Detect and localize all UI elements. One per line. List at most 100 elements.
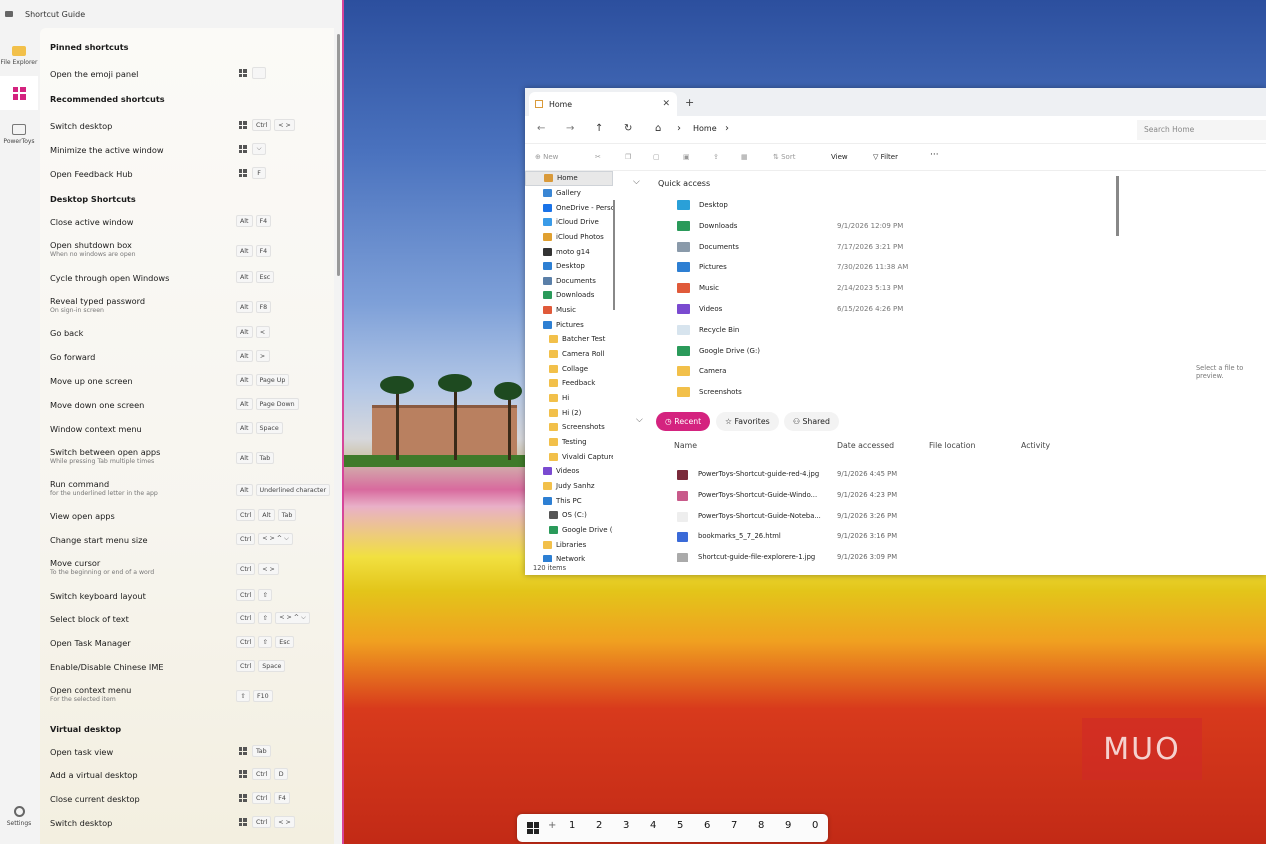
recent-file-row[interactable]: PowerToys-Shortcut-Guide-Noteba... 9/1/20…: [677, 511, 1097, 525]
nav-item[interactable]: iCloud Photos: [525, 230, 613, 245]
cut-icon[interactable]: ✂: [595, 153, 601, 161]
quick-access-item[interactable]: Videos 6/15/2026 4:26 PM: [677, 304, 1097, 318]
rail-item-file-explorer[interactable]: File Explorer: [0, 44, 38, 66]
desktop-number-key[interactable]: 5: [677, 820, 683, 831]
rail-item-settings[interactable]: Settings: [0, 806, 38, 827]
quick-access-item[interactable]: Pictures 7/30/2026 11:38 AM: [677, 262, 1097, 276]
nav-item[interactable]: Hi (2): [525, 405, 613, 420]
recent-file-row[interactable]: Shortcut-guide-file-explorere-1.jpg 9/1/2…: [677, 552, 1097, 562]
desktop-number-key[interactable]: 3: [623, 820, 629, 831]
tab-shared[interactable]: ⚇ Shared: [784, 412, 839, 431]
rail-item-powertoys[interactable]: PowerToys: [0, 124, 38, 145]
recent-file-row[interactable]: PowerToys-Shortcut-Guide-Windo... 9/1/202…: [677, 490, 1097, 504]
nav-label: Videos: [556, 467, 580, 476]
nav-item[interactable]: Camera Roll: [525, 347, 613, 362]
content-pane[interactable]: ⌵ Quick access ⌵ ◷ Recent ☆ Favorites ⚇ …: [623, 171, 1123, 562]
nav-item[interactable]: Desktop: [525, 259, 613, 274]
shortcut-list[interactable]: Pinned shortcuts Recommended shortcuts D…: [40, 28, 334, 844]
back-icon[interactable]: ←: [537, 123, 545, 134]
quick-access-item[interactable]: Documents 7/17/2026 3:21 PM: [677, 241, 1097, 256]
nav-item[interactable]: Batcher Test: [525, 332, 613, 347]
chevron-right-icon[interactable]: ›: [725, 123, 729, 134]
copy-icon[interactable]: ❐: [625, 153, 631, 161]
quick-access-item[interactable]: Recycle Bin: [677, 324, 1097, 339]
nav-item[interactable]: Libraries: [525, 537, 613, 552]
shortcut-name: Switch desktop: [50, 818, 113, 828]
desktop-number-key[interactable]: 6: [704, 820, 710, 831]
nav-item[interactable]: Google Drive (G:): [525, 523, 613, 538]
home-icon[interactable]: ⌂: [655, 123, 661, 134]
filter-button[interactable]: ▽ Filter: [873, 153, 898, 161]
nav-item[interactable]: Hi: [525, 391, 613, 406]
nav-item[interactable]: Home: [525, 171, 613, 186]
desktop-number-key[interactable]: 9: [785, 820, 791, 831]
content-scrollbar[interactable]: [1116, 176, 1119, 236]
column-header-name[interactable]: Name: [674, 441, 697, 450]
nav-item[interactable]: Testing: [525, 435, 613, 450]
refresh-icon[interactable]: ↻: [624, 123, 632, 134]
nav-item[interactable]: Collage: [525, 361, 613, 376]
tab-home[interactable]: Home ✕: [529, 92, 677, 116]
quick-access-item[interactable]: Google Drive (G:): [677, 345, 1097, 360]
desktop-number-key[interactable]: 7: [731, 820, 737, 831]
tab-recent[interactable]: ◷ Recent: [656, 412, 711, 431]
quick-access-header[interactable]: ⌵ Quick access: [633, 177, 710, 188]
scrollbar-thumb[interactable]: [337, 34, 340, 276]
recent-file-row[interactable]: bookmarks_5_7_26.html 9/1/2026 3:16 PM: [677, 531, 1097, 545]
nav-item[interactable]: OneDrive - Personal: [525, 200, 613, 215]
key-cap: Alt: [236, 350, 253, 362]
column-header-activity[interactable]: Activity: [1021, 441, 1050, 450]
quick-access-item[interactable]: Music 2/14/2023 5:13 PM: [677, 283, 1097, 297]
nav-item[interactable]: Network: [525, 552, 613, 562]
nav-item[interactable]: Documents: [525, 274, 613, 289]
desktop-number-key[interactable]: 2: [596, 820, 602, 831]
search-input[interactable]: Search Home: [1137, 120, 1266, 140]
share-icon[interactable]: ⇪: [713, 153, 719, 161]
nav-label: moto g14: [556, 247, 590, 256]
nav-item[interactable]: OS (C:): [525, 508, 613, 523]
nav-item[interactable]: Downloads: [525, 288, 613, 303]
nav-item[interactable]: This PC: [525, 493, 613, 508]
paste-icon[interactable]: ▢: [653, 153, 660, 161]
forward-icon[interactable]: →: [566, 123, 574, 134]
sort-button[interactable]: ⇅ Sort: [773, 153, 795, 161]
quick-access-item[interactable]: Screenshots: [677, 387, 1097, 401]
recent-file-row[interactable]: PowerToys-Shortcut-guide-red-4.jpg 9/1/20…: [677, 469, 1097, 483]
nav-item[interactable]: Judy Sanhz: [525, 479, 613, 494]
quick-access-item[interactable]: Downloads 9/1/2026 12:09 PM: [677, 220, 1097, 235]
nav-label: Network: [556, 555, 586, 562]
nav-scrollbar[interactable]: [613, 200, 615, 310]
close-tab-icon[interactable]: ✕: [662, 99, 670, 109]
delete-icon[interactable]: ▦: [741, 153, 748, 161]
tab-favorites[interactable]: ☆ Favorites: [716, 412, 779, 431]
more-options-button[interactable]: ···: [930, 150, 939, 160]
key-cap: < > ^ ⌵: [258, 533, 293, 545]
desktop-number-key[interactable]: 0: [812, 820, 818, 831]
nav-item[interactable]: Vivaldi Captures: [525, 449, 613, 464]
quick-access-item[interactable]: Camera: [677, 366, 1097, 380]
new-button[interactable]: ⊕ New: [535, 153, 558, 161]
nav-item[interactable]: Feedback: [525, 376, 613, 391]
desktop-number-key[interactable]: 8: [758, 820, 764, 831]
column-header-date[interactable]: Date accessed: [837, 441, 894, 450]
nav-item[interactable]: Videos: [525, 464, 613, 479]
key-combo: Ctrl Space: [236, 660, 286, 672]
desktop-number-key[interactable]: 4: [650, 820, 656, 831]
desktop-number-key[interactable]: 1: [569, 820, 575, 831]
nav-item[interactable]: Music: [525, 303, 613, 318]
nav-item[interactable]: iCloud Drive: [525, 215, 613, 230]
breadcrumb[interactable]: Home: [693, 124, 717, 133]
nav-item[interactable]: Screenshots: [525, 420, 613, 435]
navigation-pane[interactable]: Home Gallery OneDrive - Personal iCloud Dri…: [525, 171, 617, 562]
column-header-location[interactable]: File location: [929, 441, 975, 450]
quick-access-item[interactable]: Desktop: [677, 200, 1097, 214]
rename-icon[interactable]: ▣: [683, 153, 690, 161]
nav-item[interactable]: Gallery: [525, 186, 613, 201]
nav-item[interactable]: moto g14: [525, 244, 613, 259]
up-icon[interactable]: ↑: [595, 123, 603, 134]
nav-item[interactable]: Pictures: [525, 318, 613, 333]
rail-item-windows[interactable]: [0, 76, 38, 110]
new-tab-button[interactable]: +: [685, 96, 694, 109]
view-button[interactable]: View: [831, 153, 848, 161]
folder-icon: [549, 437, 558, 446]
